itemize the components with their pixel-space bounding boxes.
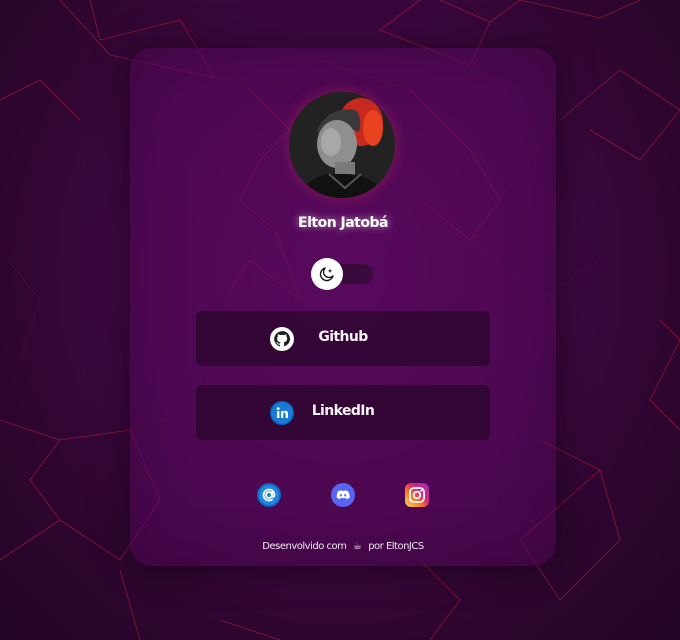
github-link-label: Github [318,329,368,345]
instagram-icon [405,483,429,507]
instagram-link[interactable] [405,483,429,507]
github-link-button[interactable]: Github [196,311,490,366]
coffee-icon: ☕ [353,541,362,552]
footer-suffix: por EltonJCS [368,541,424,552]
toggle-knob [311,258,343,290]
moon-icon [319,267,334,282]
footer-prefix: Desenvolvido com [262,541,347,552]
theme-toggle[interactable] [311,258,373,290]
linkedin-link-label: LinkedIn [311,403,375,419]
discord-link[interactable] [331,483,355,507]
profile-name: Elton Jatobá [298,215,388,231]
email-icon [257,483,281,507]
discord-icon [331,483,355,507]
profile-avatar [289,92,395,198]
email-link[interactable] [257,483,281,507]
footer-credits: Desenvolvido com ☕ por EltonJCS [200,541,486,552]
linkedin-link-button[interactable]: LinkedIn [196,385,490,440]
